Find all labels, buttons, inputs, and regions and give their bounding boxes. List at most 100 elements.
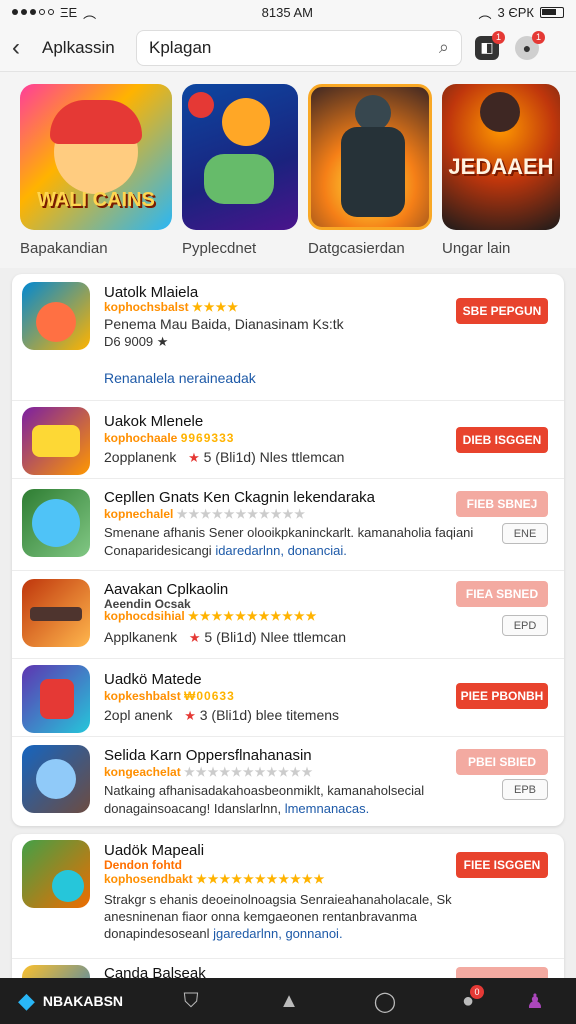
desc-text: donagainsoacang! Idanslarlnn, [104,801,282,816]
profile-nav-icon: ♟ [526,990,544,1013]
back-arrow-icon[interactable]: ‹ [12,34,34,62]
app-meta: Applkanenk ★ 5 (Bli1d) Nlee ttlemcan [104,629,346,646]
list-item[interactable]: Uadkö Matede kopkeshbalst ₩00633 2opl an… [12,658,564,736]
list-item[interactable]: Aavakan Cplkaolin Aeendin Ocsak kophocds… [12,570,564,658]
status-bar: ΞΕ ︵ 8135 AM ︵ 3 ЄРК [0,0,576,24]
nav-search[interactable]: ◯ [370,978,400,1024]
app-title: Selida Karn Oppersflnahanasin [104,747,312,764]
get-button[interactable]: PBEI SBIED [456,749,548,775]
carrier-label: ΞΕ [60,4,78,20]
featured-item[interactable]: Datgcasierdan [308,84,432,257]
flame-icon: ★ [184,708,196,723]
app-downloads: 5 (Bli1d) Nlee ttlemcan [204,629,347,645]
list-item[interactable]: Canda Balseak [12,958,564,978]
app-list-card: Uatolk Mlaiela kophochsbalst ★★★★ Penema… [12,274,564,826]
rating-stars: ★★★★ [192,300,240,314]
list-item[interactable]: Uatolk Mlaiela kophochsbalst ★★★★ Penema… [12,274,564,400]
get-button[interactable]: PIEE PBONBH [456,683,548,709]
search-input[interactable] [149,37,409,58]
battery-text: 3 ЄРК [497,4,534,20]
app-description-2: donagainsoacang! Idanslarlnn, lmemnanaca… [104,801,369,816]
signal-icon [12,9,54,15]
wifi-icon: ︵ [83,5,97,21]
app-description-3: donapindesoseanl jgaredarlnn, gonnanoi. [104,926,343,941]
rating-stars: ₩00633 [184,689,235,703]
featured-item[interactable]: Pyplecdnet [182,84,298,257]
featured-artwork: JEDAAEH [442,84,560,230]
featured-item[interactable]: WALI CAINS Bapakandian [20,84,172,257]
notifications-button[interactable]: ◧ 1 [472,30,505,63]
nav-store[interactable]: ▲ [274,978,304,1024]
app-subtitle: kophosendbakt ★★★★★★★★★★★ [104,872,325,886]
app-subtitle: kophochsbalst ★★★★ [104,300,239,314]
get-button[interactable] [456,967,548,978]
developer-label: kophocdsihial [104,609,185,623]
home-icon: ◆ [18,988,35,1013]
list-item[interactable]: Uadök Mapeali Dendon fohtd kophosendbakt… [12,834,564,958]
get-button[interactable]: DIEB ISGGEN [456,427,548,453]
app-downloads: 3 (Bli1d) blee titemens [199,707,340,723]
secondary-button[interactable]: EPB [502,779,548,800]
app-link[interactable]: idaredarlnn, donanciai. [215,543,347,558]
app-link[interactable]: Renanalela neraineadak [104,370,256,386]
bottom-nav: ◆ NBAKABSN ⛉ ▲ ◯ ● 0 ♟ [0,978,576,1024]
get-button[interactable]: FIEB SBNEJ [456,491,548,517]
list-item[interactable]: Uakok Mlenele kophochaale 9969333 2oppla… [12,400,564,478]
get-button[interactable]: FIEA SBNED [456,581,548,607]
developer-label: kophochaale [104,431,178,445]
get-button[interactable]: FIEE ISGGEN [456,852,548,878]
get-button[interactable]: SBE PEPGUN [456,298,548,324]
app-list-card: Uadök Mapeali Dendon fohtd kophosendbakt… [12,834,564,978]
search-icon[interactable]: ⌕ [439,37,449,58]
bag-icon: ▲ [279,989,299,1012]
desc-text: donapindesoseanl [104,926,210,941]
app-category: Applkanenk [104,629,178,645]
featured-artwork [308,84,432,230]
app-icon [22,965,90,978]
app-icon [22,665,90,733]
app-downloads: 5 (Bli1d) Nles ttlemcan [203,449,345,465]
app-icon [22,489,90,557]
app-link[interactable]: jgaredarlnn, gonnanoi. [213,926,342,941]
nav-home[interactable]: ◆ NBAKABSN [18,978,158,1024]
secondary-button[interactable]: ENE [502,523,548,544]
featured-carousel: WALI CAINS Bapakandian Pyplecdnet Datgca… [0,72,576,268]
app-icon [22,282,90,350]
app-category: 2opl anenk [104,707,173,723]
secondary-button[interactable]: EPD [502,615,548,636]
battery-icon [539,6,564,18]
featured-art-text: JEDAAEH [448,154,554,179]
app-meta: 2opl anenk ★ 3 (Bli1d) blee titemens [104,707,339,724]
app-header: ‹ Aplkassin ⌕ ◧ 1 ● 1 [0,24,576,72]
app-title: Aavakan Cplkaolin [104,581,229,598]
wifi-icon-right: ︵ [478,5,492,21]
app-category: 2opplanenk [104,449,177,465]
app-icon [22,407,90,475]
app-title: Cepllen Gnats Ken Ckagnin lekendaraka [104,489,376,506]
list-item[interactable]: Cepllen Gnats Ken Ckagnin lekendaraka ko… [12,478,564,570]
app-title: Uadkö Matede [104,671,202,688]
app-description: Penema Mau Baida, Dianasinam Ks:tk [104,316,344,332]
app-title: Canda Balseak [104,965,206,978]
nav-profile[interactable]: ♟ [520,978,550,1024]
search-bar[interactable]: ⌕ [136,29,462,66]
featured-item[interactable]: JEDAAEH Ungar lain [442,84,560,257]
developer-label: kophochsbalst [104,300,189,314]
profile-badge: 1 [532,30,545,44]
desc-text: Conaparidesicangi [104,543,212,558]
featured-caption: Bapakandian [20,240,108,257]
featured-caption: Pyplecdnet [182,240,257,257]
app-meta: 2opplanenk ★ 5 (Bli1d) Nles ttlemcan [104,449,344,466]
nav-bookmarks[interactable]: ⛉ [176,978,206,1024]
status-time: 8135 AM [261,4,313,20]
app-description: Strakgr s ehanis deoeinolnoagsia Senraie… [104,892,452,907]
app-subtitle: kophocdsihial ★★★★★★★★★★★ [104,609,317,623]
developer-label: kongeachelat [104,765,181,779]
nav-chat[interactable]: ● 0 [452,978,484,1024]
rating-stars: 9969333 [180,431,235,445]
app-link[interactable]: lmemnanacas. [285,801,370,816]
page-title: Aplkassin [42,37,115,57]
list-item[interactable]: Selida Karn Oppersflnahanasin kongeachel… [12,736,564,826]
app-description: Smenane afhanis Sener olooikpkaninckarlt… [104,525,474,540]
profile-button[interactable]: ● 1 [512,30,545,63]
